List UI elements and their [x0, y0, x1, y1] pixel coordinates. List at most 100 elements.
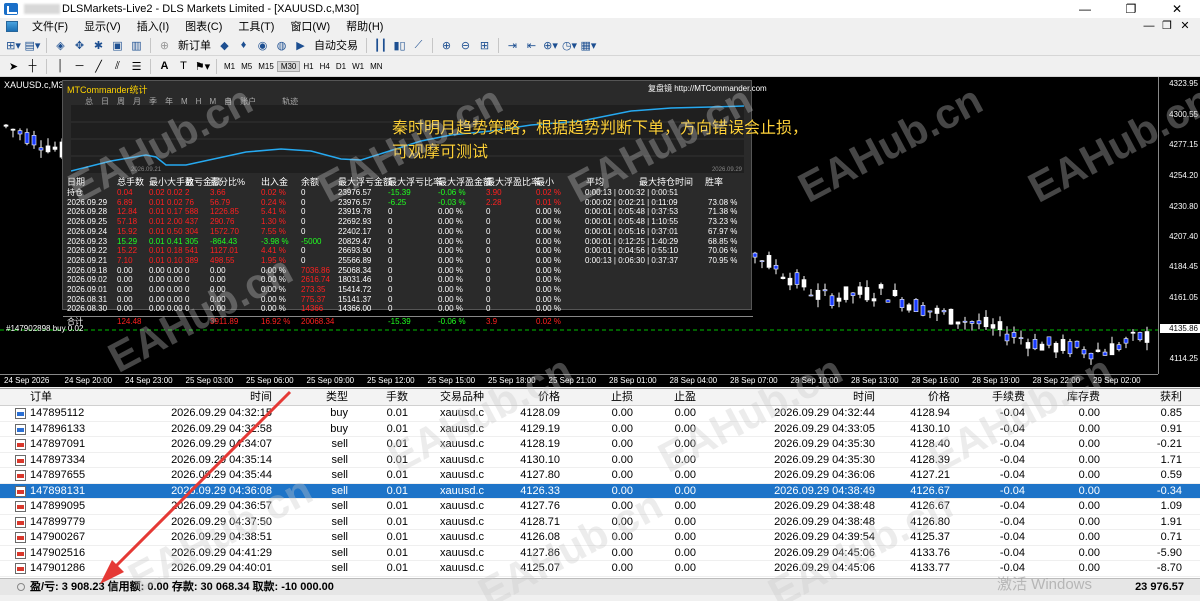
- timeframe-m5[interactable]: M5: [238, 62, 255, 71]
- trade-column-header[interactable]: 止损: [565, 389, 633, 406]
- menu-file[interactable]: 文件(F): [24, 18, 76, 34]
- templates-icon[interactable]: ▦▾: [580, 37, 597, 54]
- stats-row: 2026.09.18 0.00 0.00 0.00 0 0.00 0.00 % 7036.86…: [63, 266, 753, 275]
- mdi-minimize-button[interactable]: —: [1140, 18, 1158, 34]
- trade-column-header[interactable]: 订单: [30, 389, 130, 406]
- mdi-restore-button[interactable]: ❐: [1158, 18, 1176, 34]
- menu-help[interactable]: 帮助(H): [338, 18, 391, 34]
- signals-icon[interactable]: ♦: [235, 37, 252, 54]
- vps-icon[interactable]: ◍: [273, 37, 290, 54]
- market-icon[interactable]: ◉: [254, 37, 271, 54]
- menu-view[interactable]: 显示(V): [76, 18, 129, 34]
- timeframe-h1[interactable]: H1: [300, 62, 316, 71]
- trade-column-header[interactable]: 止盈: [638, 389, 696, 406]
- trade-column-header[interactable]: 获利: [1110, 389, 1182, 406]
- trade-row[interactable]: 147897091 2026.09.29 04:34:07 sell 0.01 xauu…: [0, 437, 1200, 453]
- chart-window-icon[interactable]: [6, 20, 18, 32]
- zoom-in-icon[interactable]: ⊕: [438, 37, 455, 54]
- stats-cell: 0: [388, 236, 393, 246]
- new-order-button[interactable]: 新订单: [175, 37, 214, 54]
- meta-editor-icon[interactable]: ◆: [216, 37, 233, 54]
- timeframe-m30[interactable]: M30: [276, 60, 301, 72]
- trade-column-header[interactable]: 时间: [150, 389, 272, 406]
- timeframe-h4[interactable]: H4: [317, 62, 333, 71]
- trade-row[interactable]: 147900267 2026.09.29 04:38:51 sell 0.01 xauu…: [0, 530, 1200, 546]
- auto-trade-icon[interactable]: ▶: [292, 37, 309, 54]
- close-button[interactable]: ✕: [1154, 0, 1200, 18]
- trade-row[interactable]: 147897334 2026.09.29 04:35:14 sell 0.01 xauu…: [0, 453, 1200, 468]
- vertical-line-icon[interactable]: │: [52, 58, 69, 75]
- trade-column-header[interactable]: 价格: [490, 389, 560, 406]
- crosshair-icon[interactable]: ┼: [24, 58, 41, 75]
- text-label-icon[interactable]: T: [175, 58, 192, 75]
- new-order-icon[interactable]: ⊕: [156, 37, 173, 54]
- strategy-tester-icon[interactable]: ▥: [128, 37, 145, 54]
- menu-window[interactable]: 窗口(W): [282, 18, 338, 34]
- menu-tools[interactable]: 工具(T): [230, 18, 282, 34]
- profiles-icon[interactable]: ▤▾: [24, 37, 41, 54]
- market-watch-icon[interactable]: ◈: [52, 37, 69, 54]
- trade-column-header[interactable]: 时间: [720, 389, 875, 406]
- trade-lots: 0.01: [386, 422, 408, 435]
- stats-cell: 0.00 %: [536, 265, 561, 275]
- menu-insert[interactable]: 插入(I): [129, 18, 177, 34]
- price-label: 4277.15: [1169, 140, 1198, 149]
- horizontal-line-icon[interactable]: ─: [71, 58, 88, 75]
- stats-cell: 304: [185, 226, 199, 236]
- tile-windows-icon[interactable]: ⊞: [476, 37, 493, 54]
- trade-column-header[interactable]: 交易品种: [412, 389, 484, 406]
- line-chart-icon[interactable]: ⟋: [410, 37, 427, 54]
- trade-order: 147900267: [30, 531, 86, 543]
- timeframe-d1[interactable]: D1: [333, 62, 349, 71]
- navigator-icon[interactable]: ✱: [90, 37, 107, 54]
- zoom-out-icon[interactable]: ⊖: [457, 37, 474, 54]
- trade-row[interactable]: 147902516 2026.09.29 04:41:29 sell 0.01 xauu…: [0, 546, 1200, 561]
- terminal-icon[interactable]: ▣: [109, 37, 126, 54]
- mtcommander-link[interactable]: 复盘镜 http://MTCommander.com: [648, 83, 767, 94]
- maximize-button[interactable]: ❐: [1108, 0, 1154, 18]
- menu-charts[interactable]: 图表(C): [177, 18, 230, 34]
- indicators-icon[interactable]: ⊕▾: [542, 37, 559, 54]
- trade-open-price: 4126.33: [520, 484, 560, 497]
- mdi-close-button[interactable]: ✕: [1176, 18, 1194, 34]
- trade-column-header[interactable]: 价格: [880, 389, 950, 406]
- fibonacci-icon[interactable]: ☰: [128, 58, 145, 75]
- trade-row[interactable]: 147899095 2026.09.29 04:36:57 sell 0.01 xauu…: [0, 499, 1200, 515]
- periods-icon[interactable]: ◷▾: [561, 37, 578, 54]
- new-chart-icon[interactable]: ⊞▾: [5, 37, 22, 54]
- data-window-icon[interactable]: ✥: [71, 37, 88, 54]
- stats-cell: 0: [301, 255, 306, 265]
- equidistant-channel-icon[interactable]: ⫽: [109, 58, 126, 75]
- trade-row[interactable]: 147897655 2026.09.29 04:35:44 sell 0.01 xauu…: [0, 468, 1200, 484]
- timeframe-mn[interactable]: MN: [367, 62, 385, 71]
- stats-cell: 0.00: [149, 275, 165, 285]
- trade-row[interactable]: 147899779 2026.09.29 04:37:50 sell 0.01 xauu…: [0, 515, 1200, 530]
- trade-row[interactable]: 147898131 2026.09.29 04:36:08 sell 0.01 xauu…: [0, 483, 1200, 499]
- trend-line-icon[interactable]: ╱: [90, 58, 107, 75]
- candlestick-icon[interactable]: ▮▯: [391, 37, 408, 54]
- stats-header-cell: 胜率: [705, 177, 724, 187]
- bar-chart-icon[interactable]: ┃┃: [372, 37, 389, 54]
- trade-column-header[interactable]: 手续费: [955, 389, 1025, 406]
- stats-cell: -3.98 %: [261, 236, 289, 246]
- trade-column-header[interactable]: 手数: [352, 389, 408, 406]
- autoscroll-icon[interactable]: ⇥: [504, 37, 521, 54]
- trade-symbol: xauusd.c: [439, 438, 484, 450]
- trade-sl: 0.00: [611, 500, 633, 512]
- auto-trade-button[interactable]: 自动交易: [311, 37, 361, 54]
- cursor-icon[interactable]: ➤: [5, 58, 22, 75]
- stats-cell: 775.37: [301, 294, 326, 304]
- chart-shift-icon[interactable]: ⇤: [523, 37, 540, 54]
- trade-column-header[interactable]: 类型: [300, 389, 348, 406]
- minimize-button[interactable]: —: [1062, 0, 1108, 18]
- arrows-icon[interactable]: ⚑▾: [194, 58, 211, 75]
- trade-row[interactable]: 147896133 2026.09.29 04:32:58 buy 0.01 xauus…: [0, 422, 1200, 437]
- timeframe-m1[interactable]: M1: [221, 62, 238, 71]
- trade-row[interactable]: 147895112 2026.09.29 04:32:15 buy 0.01 xauus…: [0, 406, 1200, 422]
- price-chart[interactable]: XAUUSD.c,M30 #147902898 buy 0.02 4323.95…: [0, 77, 1200, 387]
- timeframe-m15[interactable]: M15: [255, 62, 277, 71]
- trade-column-header[interactable]: 库存费: [1030, 389, 1100, 406]
- text-tool-icon[interactable]: A: [156, 58, 173, 75]
- timeframe-w1[interactable]: W1: [349, 62, 367, 71]
- stats-cell: 0.50: [167, 226, 183, 236]
